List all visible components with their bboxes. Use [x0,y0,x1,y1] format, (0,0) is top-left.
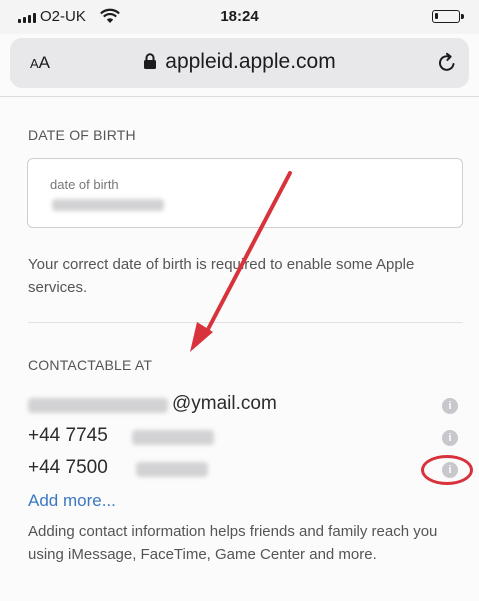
contactable-at-heading: CONTACTABLE AT [28,357,153,373]
contact-email-row[interactable]: @ymail.com i [28,393,468,419]
date-of-birth-field[interactable]: date of birth [27,158,463,228]
status-bar: O2-UK 18:24 [0,0,479,34]
redacted-phone-digits [132,430,214,445]
contact-email-text: @ymail.com [172,393,277,414]
contact-phone-row[interactable]: +44 7500 i [28,457,468,483]
section-divider [28,322,463,323]
date-of-birth-field-label: date of birth [50,177,119,192]
date-of-birth-help-text: Your correct date of birth is required t… [28,256,415,296]
redacted-phone-digits [136,462,208,477]
date-of-birth-heading: DATE OF BIRTH [28,127,136,143]
contact-phone-text: +44 7500 [28,457,108,478]
annotation-circle [421,455,473,485]
address-bar[interactable]: AA appleid.apple.com [10,38,469,88]
add-more-link[interactable]: Add more... [28,491,116,511]
contact-phone-text: +44 7745 [28,425,108,446]
info-icon[interactable]: i [442,430,458,446]
url-display[interactable]: appleid.apple.com [10,50,469,74]
contact-phone-row[interactable]: +44 7745 i [28,425,468,451]
toolbar-divider [0,96,479,97]
battery-icon [432,10,464,23]
info-icon[interactable]: i [442,398,458,414]
redacted-email-name [28,398,168,413]
reload-icon[interactable] [436,52,458,74]
screen: O2-UK 18:24 AA appleid.apple.com DATE OF… [0,0,479,601]
redacted-date-value [52,199,164,211]
lock-icon [144,53,157,69]
contactable-at-help-text: Adding contact information helps friends… [28,523,438,563]
url-text: appleid.apple.com [165,50,336,73]
clock: 18:24 [220,8,259,25]
